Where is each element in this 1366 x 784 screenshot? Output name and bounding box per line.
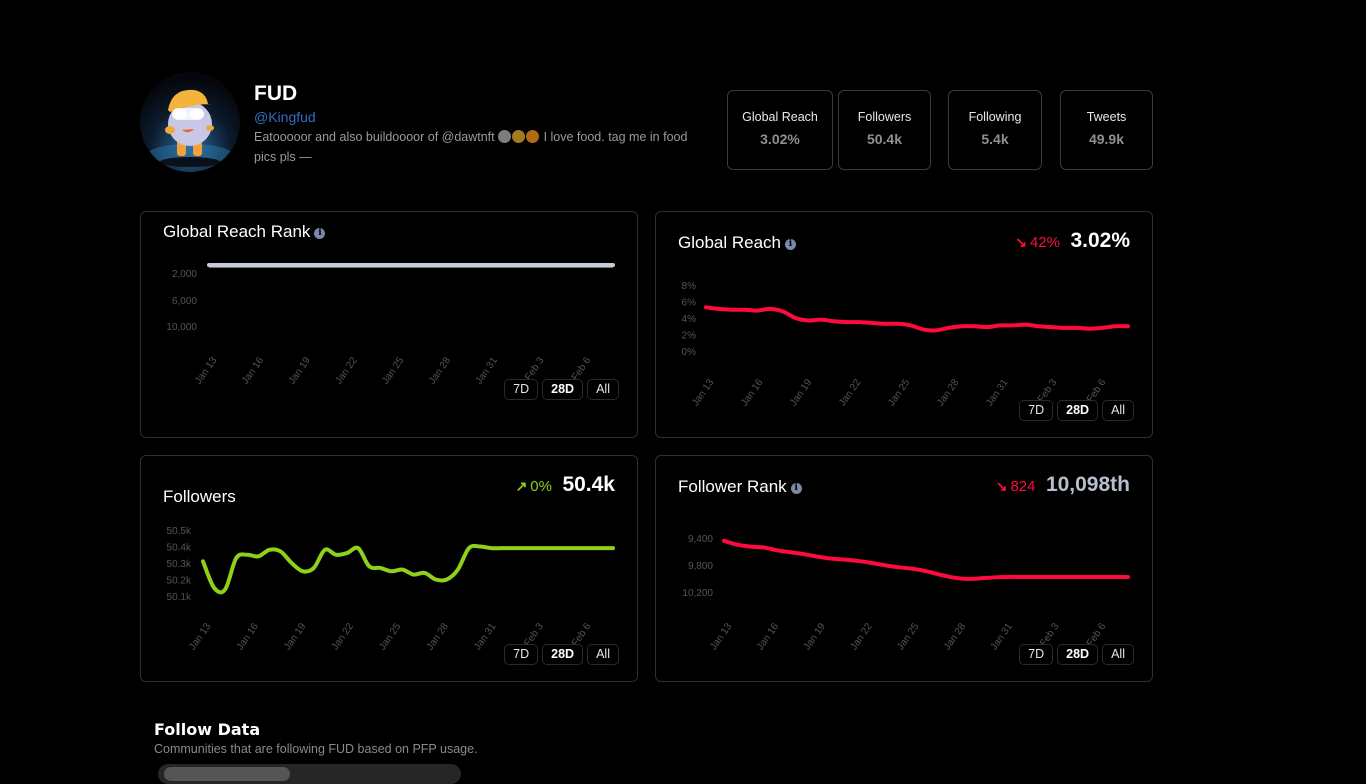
y-tick-label: 6% [682,298,697,309]
range-button-all[interactable]: All [1102,644,1134,665]
x-tick-label: Jan 28 [942,621,968,652]
x-tick-label: Jan 28 [935,377,961,408]
x-tick-label: Jan 13 [193,355,219,386]
x-tick-label: Jan 31 [472,621,498,652]
y-tick-label: 9,800 [688,561,713,572]
y-tick-label: 9,400 [688,534,713,545]
x-tick-label: Jan 16 [755,621,781,652]
stat-label: Following [968,110,1022,124]
profile-name: FUD [254,82,298,105]
card-follower-rank: Follower Rank i ↘ 824 10,098th 9,400 9,800 1… [655,455,1153,682]
range-button-28d[interactable]: 28D [542,644,584,665]
range-button-all[interactable]: All [1102,400,1134,421]
y-tick-label: 8% [682,281,697,292]
bio-dot-gold-icon [512,130,526,143]
x-tick-label: Jan 22 [333,355,359,386]
bio-text-start: Eatooooor and also buildoooor of @dawtnf… [254,130,499,144]
x-tick-label: Jan 28 [425,621,451,652]
x-tick-label: Jan 25 [377,621,403,652]
card-global-reach-rank: Global Reach Rank i 2,000 6,000 10,000 Jan 1… [140,211,638,438]
stat-label: Followers [857,110,912,124]
profile-header: FUD @Kingfud Eatooooor and also buildooo… [140,72,720,172]
series-line [201,543,615,595]
stat-value: 3.02% [760,131,800,147]
stat-followers: Followers 50.4k [838,90,931,170]
x-tick-label: Jan 19 [282,621,308,652]
x-tick-label: Jan 13 [708,621,734,652]
x-tick-label: Jan 16 [235,621,261,652]
follow-data-title: Follow Data [154,720,261,739]
card-global-reach: Global Reach i ↘ 42% 3.02% 8% 6% 4% 2% 0% Jan 1… [655,211,1153,438]
x-tick-label: Jan 16 [739,377,765,408]
range-button-7d[interactable]: 7D [1019,400,1054,421]
stat-label: Global Reach [742,110,818,124]
stat-following: Following 5.4k [948,90,1042,170]
x-tick-label: Jan 31 [984,377,1010,408]
range-button-28d[interactable]: 28D [542,379,584,400]
x-tick-label: Jan 31 [474,355,500,386]
x-tick-label: Jan 13 [187,621,213,652]
x-tick-label: Jan 19 [287,355,313,386]
y-tick-label: 2% [682,331,697,342]
y-tick-label: 50.4k [167,543,192,554]
x-tick-label: Jan 22 [837,377,863,408]
range-selector: 7D 28D All [504,379,619,400]
stat-tweets: Tweets 49.9k [1060,90,1153,170]
chart-global-reach-rank: 2,000 6,000 10,000 Jan 13 Jan 16 Jan 19 Jan 22… [166,263,615,386]
follow-data-tabs[interactable] [158,764,461,784]
y-tick-label: 50.2k [167,576,192,587]
x-tick-label: Jan 19 [788,377,814,408]
range-selector: 7D 28D All [504,644,619,665]
stat-label: Tweets [1086,110,1127,124]
x-tick-label: Jan 25 [895,621,921,652]
x-tick-label: Jan 16 [240,355,266,386]
x-tick-label: Jan 28 [427,355,453,386]
profile-handle[interactable]: @Kingfud [254,109,316,125]
follow-data-subtitle: Communities that are following FUD based… [154,742,478,756]
y-tick-label: 6,000 [172,296,197,307]
range-selector: 7D 28D All [1019,400,1134,421]
card-followers: Followers ↗ 0% 50.4k 50.5k 50.4k 50.3k 50.2k… [140,455,638,682]
bio-dot-bronze-icon [526,130,540,143]
range-button-28d[interactable]: 28D [1057,644,1099,665]
avatar[interactable] [140,72,240,172]
x-tick-label: Jan 19 [802,621,828,652]
x-tick-label: Jan 25 [380,355,406,386]
range-button-28d[interactable]: 28D [1057,400,1099,421]
stat-value: 49.9k [1088,131,1125,147]
bio-dot-gray-icon [498,130,512,143]
x-tick-label: Jan 22 [848,621,874,652]
y-tick-label: 50.1k [167,592,192,603]
y-tick-label: 50.5k [167,526,192,537]
profile-bio: Eatooooor and also buildoooor of @dawtnf… [254,127,704,167]
range-button-7d[interactable]: 7D [504,644,539,665]
range-button-7d[interactable]: 7D [504,379,539,400]
range-button-all[interactable]: All [587,644,619,665]
x-tick-label: Jan 13 [690,377,716,408]
y-tick-label: 50.3k [167,559,192,570]
x-tick-label: Jan 25 [886,377,912,408]
follow-data-tab-active[interactable] [164,767,290,781]
series-line [704,305,1130,333]
stat-value: 5.4k [981,131,1009,147]
y-tick-label: 10,000 [166,322,197,333]
y-tick-label: 2,000 [172,269,197,280]
range-selector: 7D 28D All [1019,644,1134,665]
stat-global-reach: Global Reach 3.02% [727,90,833,170]
y-tick-label: 4% [682,314,697,325]
x-tick-label: Jan 31 [989,621,1015,652]
y-tick-label: 10,200 [682,588,713,599]
range-button-all[interactable]: All [587,379,619,400]
series-line [722,538,1130,581]
x-tick-label: Jan 22 [330,621,356,652]
stat-value: 50.4k [866,131,903,147]
y-tick-label: 0% [682,347,697,358]
avatar-image [148,89,232,167]
range-button-7d[interactable]: 7D [1019,644,1054,665]
